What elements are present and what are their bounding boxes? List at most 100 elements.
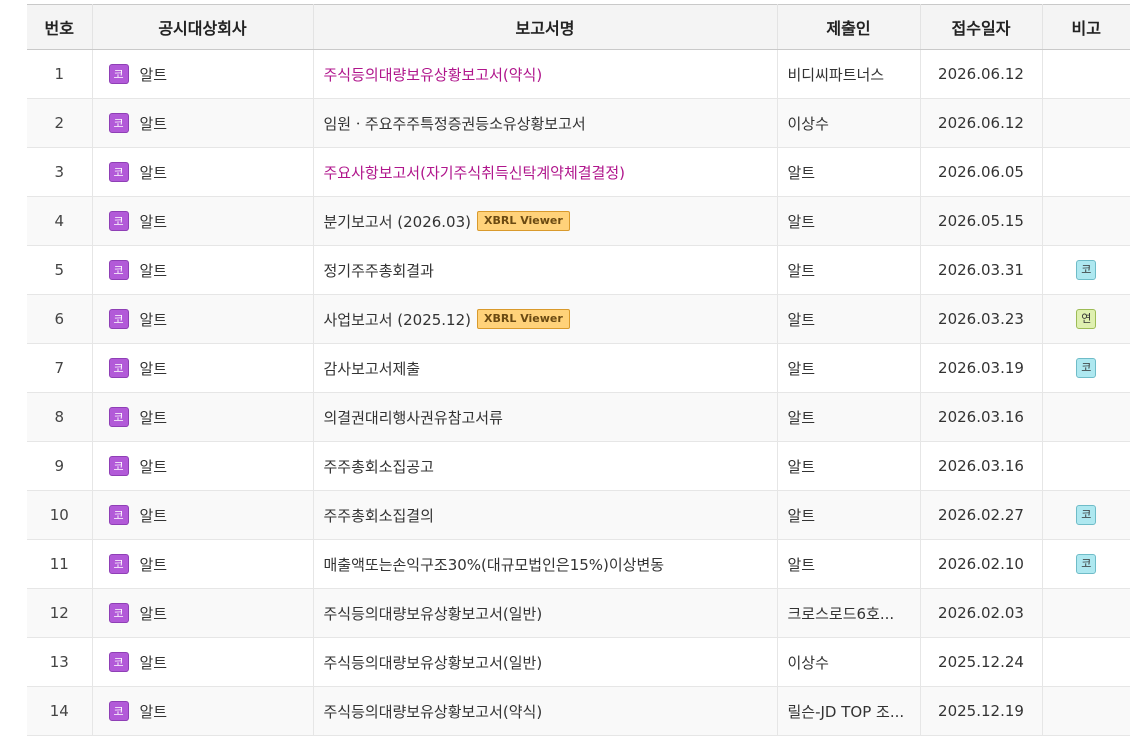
company-name-link[interactable]: 알트 <box>140 409 168 427</box>
table-row: 14 코 알트 주식등의대량보유상황보고서(약식) 릴슨-JD TOP 조... 2025… <box>27 686 1130 736</box>
note-cell <box>1041 98 1130 148</box>
report-name-link[interactable]: 주식등의대량보유상황보고서(일반) <box>324 605 543 623</box>
note-cell <box>1041 637 1130 687</box>
table-header-row: 번호 공시대상회사 보고서명 제출인 접수일자 비고 <box>27 4 1130 50</box>
note-badge-icon: 코 <box>1076 554 1097 574</box>
company-name-link[interactable]: 알트 <box>140 311 168 329</box>
company-name-link[interactable]: 알트 <box>140 556 168 574</box>
receipt-date-cell: 2026.02.10 <box>919 539 1043 589</box>
receipt-date-cell: 2026.02.03 <box>919 588 1043 638</box>
report-name-link[interactable]: 임원ㆍ주요주주특정증권등소유상황보고서 <box>324 115 586 133</box>
market-badge-icon: 코 <box>108 260 129 280</box>
company-name-link[interactable]: 알트 <box>140 458 168 476</box>
row-number: 7 <box>27 343 93 393</box>
company-cell: 코 알트 <box>91 392 314 442</box>
market-badge-icon: 코 <box>108 505 129 525</box>
receipt-date-cell: 2026.02.27 <box>919 490 1043 540</box>
market-badge-icon: 코 <box>108 113 129 133</box>
report-name-link[interactable]: 분기보고서 (2026.03) <box>324 213 472 231</box>
market-badge-icon: 코 <box>108 358 129 378</box>
table-row: 1 코 알트 주식등의대량보유상황보고서(약식) 비디씨파트너스 2026.06.12 <box>27 49 1130 99</box>
market-badge-icon: 코 <box>108 407 129 427</box>
report-cell: 의결권대리행사권유참고서류 <box>312 392 778 442</box>
report-cell: 감사보고서제출 <box>312 343 778 393</box>
company-cell: 코 알트 <box>91 147 314 197</box>
note-cell <box>1041 196 1130 246</box>
row-number: 5 <box>27 245 93 295</box>
table-row: 9 코 알트 주주총회소집공고 알트 2026.03.16 <box>27 441 1130 491</box>
report-name-link[interactable]: 감사보고서제출 <box>324 360 421 378</box>
company-name-link[interactable]: 알트 <box>140 66 168 84</box>
report-name-link[interactable]: 주주총회소집결의 <box>324 507 434 525</box>
row-number: 12 <box>27 588 93 638</box>
company-cell: 코 알트 <box>91 490 314 540</box>
xbrl-viewer-button[interactable]: XBRL Viewer <box>477 211 570 231</box>
report-name-link[interactable]: 주요사항보고서(자기주식취득신탁계약체결결정) <box>324 164 626 182</box>
report-name-link[interactable]: 사업보고서 (2025.12) <box>324 311 472 329</box>
filer-cell: 알트 <box>776 539 921 589</box>
note-cell: 코 <box>1041 343 1130 393</box>
filer-cell: 릴슨-JD TOP 조... <box>776 686 921 736</box>
table-body: 1 코 알트 주식등의대량보유상황보고서(약식) 비디씨파트너스 2026.06.12 2 코… <box>27 49 1130 736</box>
table-row: 5 코 알트 정기주주총회결과 알트 2026.03.31 코 <box>27 245 1130 295</box>
market-badge-icon: 코 <box>108 309 129 329</box>
row-number: 13 <box>27 637 93 687</box>
filer-cell: 알트 <box>776 441 921 491</box>
filer-cell: 알트 <box>776 294 921 344</box>
report-cell: 임원ㆍ주요주주특정증권등소유상황보고서 <box>312 98 778 148</box>
company-name-link[interactable]: 알트 <box>140 507 168 525</box>
receipt-date-cell: 2025.12.19 <box>919 686 1043 736</box>
filer-cell: 비디씨파트너스 <box>776 49 921 99</box>
receipt-date-cell: 2025.12.24 <box>919 637 1043 687</box>
header-company: 공시대상회사 <box>91 4 314 50</box>
report-name-link[interactable]: 주식등의대량보유상황보고서(약식) <box>324 66 543 84</box>
filer-cell: 알트 <box>776 196 921 246</box>
filer-cell: 알트 <box>776 147 921 197</box>
company-name-link[interactable]: 알트 <box>140 703 168 721</box>
table-row: 8 코 알트 의결권대리행사권유참고서류 알트 2026.03.16 <box>27 392 1130 442</box>
row-number: 3 <box>27 147 93 197</box>
filer-cell: 알트 <box>776 343 921 393</box>
company-name-link[interactable]: 알트 <box>140 262 168 280</box>
receipt-date-cell: 2026.06.12 <box>919 98 1043 148</box>
disclosure-table: 번호 공시대상회사 보고서명 제출인 접수일자 비고 1 코 알트 주식등의대량보유상… <box>27 4 1130 736</box>
company-name-link[interactable]: 알트 <box>140 605 168 623</box>
company-cell: 코 알트 <box>91 245 314 295</box>
company-name-link[interactable]: 알트 <box>140 115 168 133</box>
receipt-date-cell: 2026.03.19 <box>919 343 1043 393</box>
company-name-link[interactable]: 알트 <box>140 213 168 231</box>
market-badge-icon: 코 <box>108 554 129 574</box>
table-row: 4 코 알트 분기보고서 (2026.03) XBRL Viewer 알트 2026.05.… <box>27 196 1130 246</box>
company-name-link[interactable]: 알트 <box>140 164 168 182</box>
report-name-link[interactable]: 매출액또는손익구조30%(대규모법인은15%)이상변동 <box>324 556 665 574</box>
company-cell: 코 알트 <box>91 637 314 687</box>
report-name-link[interactable]: 주식등의대량보유상황보고서(약식) <box>324 703 543 721</box>
report-cell: 주식등의대량보유상황보고서(일반) <box>312 637 778 687</box>
row-number: 9 <box>27 441 93 491</box>
header-number: 번호 <box>27 4 93 50</box>
report-name-link[interactable]: 정기주주총회결과 <box>324 262 434 280</box>
disclosure-table-container: 번호 공시대상회사 보고서명 제출인 접수일자 비고 1 코 알트 주식등의대량보유상… <box>27 4 1130 736</box>
company-name-link[interactable]: 알트 <box>140 654 168 672</box>
company-cell: 코 알트 <box>91 686 314 736</box>
note-cell <box>1041 392 1130 442</box>
receipt-date-cell: 2026.03.23 <box>919 294 1043 344</box>
report-name-link[interactable]: 주식등의대량보유상황보고서(일반) <box>324 654 543 672</box>
receipt-date-cell: 2026.06.12 <box>919 49 1043 99</box>
company-name-link[interactable]: 알트 <box>140 360 168 378</box>
receipt-date-cell: 2026.03.16 <box>919 392 1043 442</box>
note-cell: 코 <box>1041 245 1130 295</box>
market-badge-icon: 코 <box>108 64 129 84</box>
receipt-date-cell: 2026.03.31 <box>919 245 1043 295</box>
note-cell: 코 <box>1041 490 1130 540</box>
filer-cell: 알트 <box>776 245 921 295</box>
xbrl-viewer-button[interactable]: XBRL Viewer <box>477 309 570 329</box>
market-badge-icon: 코 <box>108 211 129 231</box>
header-report-name: 보고서명 <box>312 4 778 50</box>
receipt-date-cell: 2026.03.16 <box>919 441 1043 491</box>
report-name-link[interactable]: 의결권대리행사권유참고서류 <box>324 409 503 427</box>
note-cell <box>1041 441 1130 491</box>
receipt-date-cell: 2026.06.05 <box>919 147 1043 197</box>
report-name-link[interactable]: 주주총회소집공고 <box>324 458 434 476</box>
report-cell: 주식등의대량보유상황보고서(약식) <box>312 686 778 736</box>
